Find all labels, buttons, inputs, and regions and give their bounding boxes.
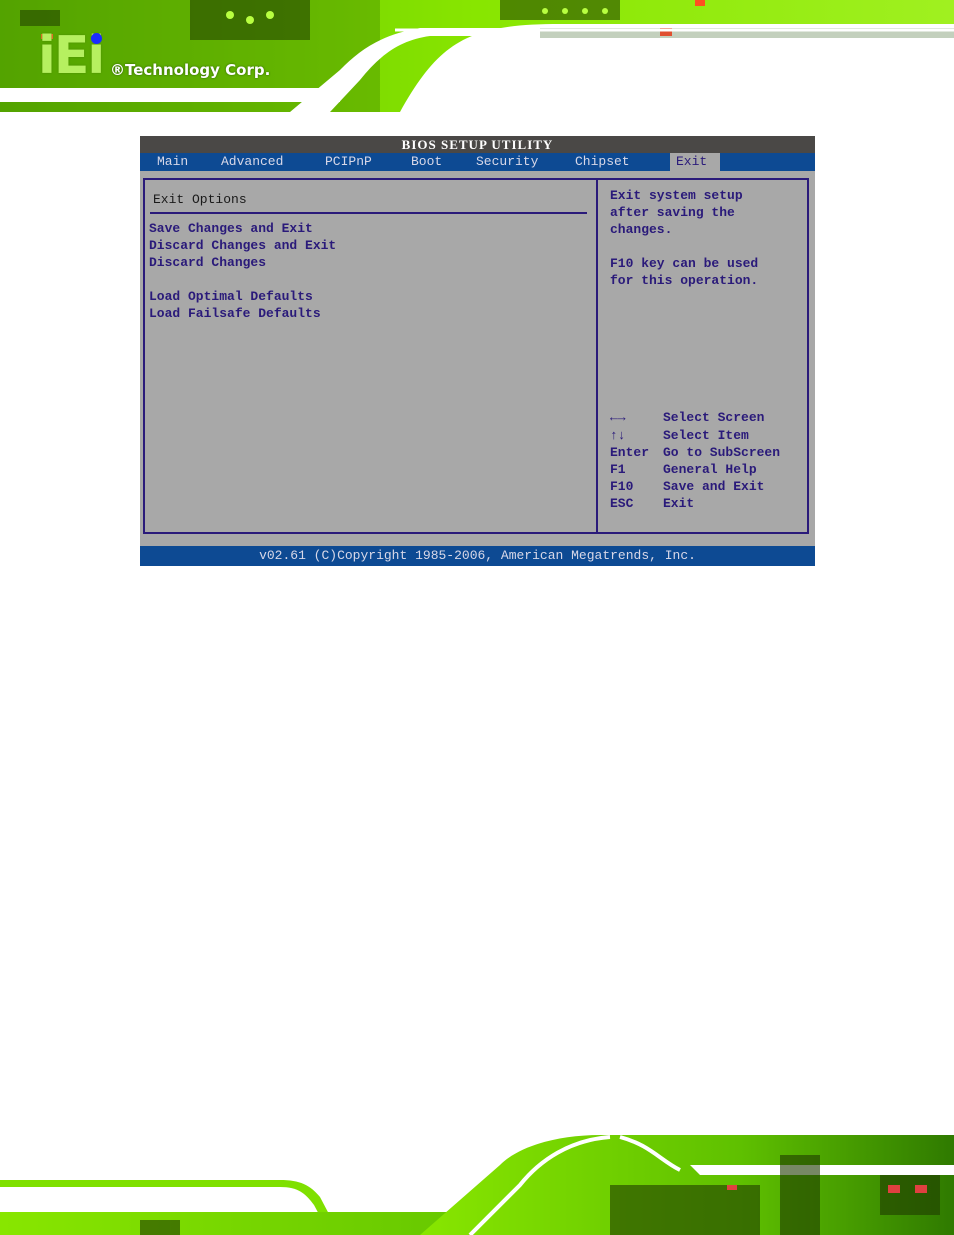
- left-right-arrows-icon: ←→: [610, 410, 626, 425]
- section-title: Exit Options: [153, 192, 247, 207]
- tab-chipset[interactable]: Chipset: [569, 153, 636, 171]
- up-down-arrows-icon: ↑↓: [610, 428, 626, 443]
- menu-bar: Main Advanced PCIPnP Boot Security Chips…: [140, 153, 815, 171]
- option-load-failsafe-defaults[interactable]: Load Failsafe Defaults: [149, 306, 321, 321]
- key-label: ESC: [610, 496, 634, 511]
- copyright-footer: v02.61 (C)Copyright 1985-2006, American …: [140, 546, 815, 566]
- tab-advanced[interactable]: Advanced: [215, 153, 289, 171]
- key-description: Save and Exit: [663, 479, 765, 494]
- option-discard-changes[interactable]: Discard Changes: [149, 255, 266, 270]
- tab-main[interactable]: Main: [151, 153, 194, 171]
- key-description: General Help: [663, 462, 757, 477]
- circuit-board-graphic: [0, 1135, 954, 1235]
- footer-banner: [0, 1125, 954, 1235]
- tab-boot[interactable]: Boot: [405, 153, 448, 171]
- option-save-changes-and-exit[interactable]: Save Changes and Exit: [149, 221, 313, 236]
- circuit-board-graphic: [0, 0, 954, 112]
- tab-security[interactable]: Security: [470, 153, 544, 171]
- help-text-line: F10 key can be used: [610, 256, 759, 271]
- key-description: Select Screen: [663, 410, 765, 425]
- help-text-line: after saving the: [610, 205, 735, 220]
- help-text-line: for this operation.: [610, 273, 759, 288]
- panel-divider: [596, 178, 598, 534]
- bios-title-bar: BIOS SETUP UTILITY: [140, 136, 815, 153]
- option-load-optimal-defaults[interactable]: Load Optimal Defaults: [149, 289, 313, 304]
- section-divider: [150, 212, 587, 214]
- option-discard-changes-and-exit[interactable]: Discard Changes and Exit: [149, 238, 336, 253]
- key-description: Go to SubScreen: [663, 445, 781, 460]
- logo-dot: [91, 33, 102, 44]
- header-banner: iEi ®Technology Corp.: [0, 0, 954, 112]
- key-description: Select Item: [663, 428, 749, 443]
- logo-text: ®Technology Corp.: [110, 61, 271, 79]
- key-label: F1: [610, 462, 626, 477]
- tab-pcipnp[interactable]: PCIPnP: [319, 153, 378, 171]
- tab-exit[interactable]: Exit: [670, 153, 720, 171]
- key-description: Exit: [663, 496, 695, 511]
- key-label: F10: [610, 479, 634, 494]
- help-text-line: Exit system setup: [610, 188, 743, 203]
- help-text-line: changes.: [610, 222, 673, 237]
- bios-setup-screen: BIOS SETUP UTILITY Main Advanced PCIPnP …: [140, 136, 815, 566]
- key-label: Enter: [610, 445, 650, 460]
